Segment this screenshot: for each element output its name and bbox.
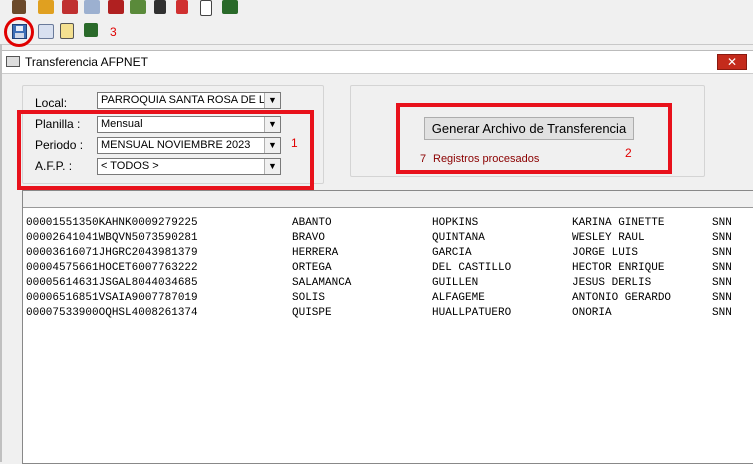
chevron-down-icon[interactable]: ▼	[264, 93, 280, 108]
annotation-number-1: 1	[291, 136, 298, 150]
cell-apellido-paterno: ABANTO	[292, 217, 332, 229]
cell-apellido-paterno: BRAVO	[292, 232, 326, 244]
table-row[interactable]: 00003616071JHGRC2043981379 HERRERA GARCIA J…	[26, 247, 753, 262]
annotation-circle	[4, 17, 34, 47]
cell-nombres: JESUS DERLIS	[572, 277, 652, 289]
books-icon[interactable]	[130, 0, 146, 14]
cell-extra: SNN	[712, 232, 732, 244]
left-border	[0, 44, 2, 462]
cell-nombres: KARINA GINETTE	[572, 217, 665, 229]
document-icon[interactable]	[200, 0, 212, 16]
window-titlebar: Transferencia AFPNET ✕	[0, 50, 753, 74]
window-icon	[6, 56, 20, 67]
table-row[interactable]: 00002641041WBQVN5073590281 BRAVO QUINTANA W…	[26, 232, 753, 247]
annotation-box-1	[17, 110, 314, 190]
cell-apellido-materno: HOPKINS	[432, 217, 479, 229]
cell-extra: SNN	[712, 277, 732, 289]
cell-apellido-materno: GARCIA	[432, 247, 472, 259]
person-icon[interactable]	[12, 0, 26, 14]
exit-icon[interactable]	[84, 23, 98, 37]
run-icon[interactable]	[154, 0, 166, 14]
cell-apellido-materno: GUILLEN	[432, 277, 479, 289]
cell-apellido-paterno: QUISPE	[292, 307, 332, 319]
cell-extra: SNN	[712, 217, 732, 229]
table-icon[interactable]	[84, 0, 100, 14]
cell-extra: SNN	[712, 292, 732, 304]
local-select[interactable]: PARROQUIA SANTA ROSA DE LIMA ▼	[97, 92, 281, 109]
preview-icon[interactable]	[60, 23, 74, 39]
table-row[interactable]: 00004575661HOCET6007763222 ORTEGA DEL CAST…	[26, 262, 753, 277]
cell-apellido-paterno: HERRERA	[292, 247, 339, 259]
cell-code: 00002641041WBQVN5073590281	[26, 232, 198, 244]
mail-icon[interactable]	[62, 0, 78, 14]
cell-apellido-materno: QUINTANA	[432, 232, 485, 244]
cell-apellido-materno: DEL CASTILLO	[432, 262, 512, 274]
cell-apellido-materno: HUALLPATUERO	[432, 307, 512, 319]
cell-nombres: WESLEY RAUL	[572, 232, 645, 244]
annotation-box-2	[396, 103, 672, 174]
lightning-icon[interactable]	[176, 0, 188, 14]
cell-code: 00004575661HOCET6007763222	[26, 262, 198, 274]
main-toolbar	[0, 0, 753, 18]
close-button[interactable]: ✕	[717, 54, 747, 70]
cell-code: 00007533900OQHSL4008261374	[26, 307, 198, 319]
cell-apellido-materno: ALFAGEME	[432, 292, 485, 304]
annotation-number-3: 3	[110, 25, 117, 39]
local-value: PARROQUIA SANTA ROSA DE LIMA	[101, 94, 281, 106]
window-title: Transferencia AFPNET	[25, 55, 148, 69]
cell-extra: SNN	[712, 262, 732, 274]
local-label: Local:	[35, 96, 68, 110]
annotation-number-2: 2	[625, 146, 632, 160]
table-row[interactable]: 00001551350KAHNK0009279225 ABANTO HOPKINS K…	[26, 217, 753, 232]
print-icon[interactable]	[38, 24, 54, 39]
cell-code: 00006516851VSAIA9007787019	[26, 292, 198, 304]
cell-nombres: ANTONIO GERARDO	[572, 292, 672, 304]
cell-code: 00003616071JHGRC2043981379	[26, 247, 198, 259]
table-row[interactable]: 00005614631JSGAL8044034685 SALAMANCA GUILL…	[26, 277, 753, 292]
cell-apellido-paterno: ORTEGA	[292, 262, 332, 274]
table-row[interactable]: 00007533900OQHSL4008261374 QUISPE HUALLPAT…	[26, 307, 753, 322]
box-icon[interactable]	[38, 0, 54, 14]
cell-nombres: ONORIA	[572, 307, 612, 319]
table-row[interactable]: 00006516851VSAIA9007787019 SOLIS ALFAGEME A…	[26, 292, 753, 307]
cell-nombres: JORGE LUIS	[572, 247, 639, 259]
list-header	[23, 191, 753, 208]
records-list[interactable]: 00001551350KAHNK0009279225 ABANTO HOPKINS K…	[22, 190, 753, 464]
cell-apellido-paterno: SALAMANCA	[292, 277, 352, 289]
help-icon[interactable]	[108, 0, 124, 14]
cell-extra: SNN	[712, 307, 732, 319]
cell-apellido-paterno: SOLIS	[292, 292, 326, 304]
cell-nombres: HECTOR ENRIQUE	[572, 262, 665, 274]
exit-icon[interactable]	[222, 0, 238, 14]
cell-extra: SNN	[712, 247, 732, 259]
cell-code: 00005614631JSGAL8044034685	[26, 277, 198, 289]
cell-code: 00001551350KAHNK0009279225	[26, 217, 198, 229]
